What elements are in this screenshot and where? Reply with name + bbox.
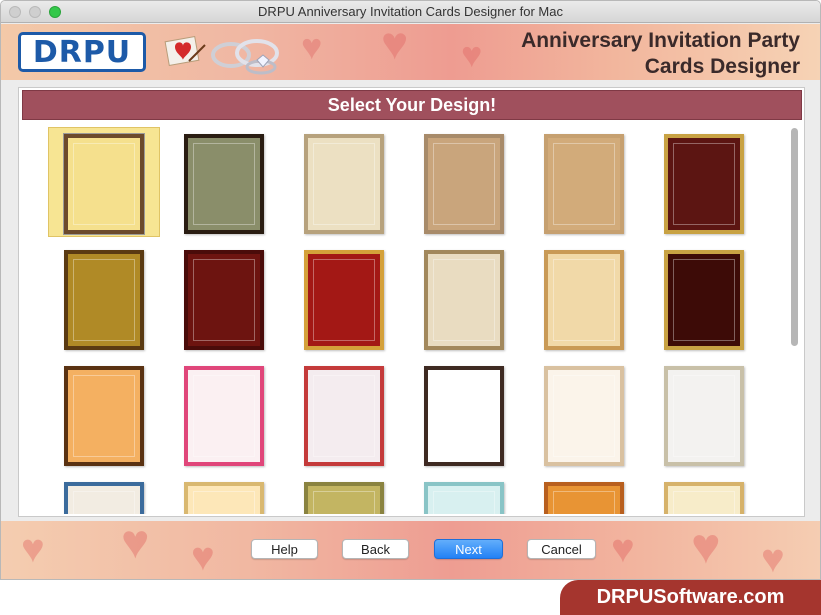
watermark-text: DRPUSoftware.com (596, 586, 785, 608)
design-thumbnail-inner (313, 375, 375, 457)
design-thumbnail-13[interactable] (64, 366, 144, 466)
design-thumbnail-21[interactable] (304, 482, 384, 514)
design-thumbnail-inner (433, 491, 495, 514)
design-thumbnail-17[interactable] (544, 366, 624, 466)
design-thumbnail-16[interactable] (424, 366, 504, 466)
design-thumbnail-inner (673, 375, 735, 457)
design-thumbnail-1[interactable] (64, 134, 144, 234)
design-thumbnail-inner (193, 375, 255, 457)
design-thumbnail-inner (553, 375, 615, 457)
heart-decoration-icon: ♥ (191, 535, 215, 579)
design-thumbnail-inner (553, 259, 615, 341)
panel-heading-bar: Select Your Design! (22, 90, 802, 120)
heart-decoration-icon: ♥ (121, 521, 150, 569)
design-thumbnail-inner (433, 375, 495, 457)
heart-decoration-icon: ♥ (761, 537, 785, 580)
window-title: DRPU Anniversary Invitation Cards Design… (258, 4, 563, 19)
design-thumbnail-inner (73, 259, 135, 341)
heart-decoration-icon: ♥ (21, 527, 45, 571)
design-thumbnail-10[interactable] (424, 250, 504, 350)
design-thumbnail-20[interactable] (184, 482, 264, 514)
heart-decoration-icon: ♥ (611, 527, 635, 571)
design-thumbnail-inner (73, 143, 135, 225)
heart-decoration-icon: ♥ (381, 24, 409, 69)
footer-bar: ♥ ♥ ♥ ♥ ♥ ♥ Help Back Next Cancel (1, 521, 820, 580)
design-thumbnail-4[interactable] (424, 134, 504, 234)
design-thumbnail-inner (73, 491, 135, 514)
design-thumbnail-24[interactable] (664, 482, 744, 514)
rings-heart-icon (164, 35, 279, 75)
design-thumbnail-18[interactable] (664, 366, 744, 466)
design-thumbnail-15[interactable] (304, 366, 384, 466)
design-thumbnail-inner (313, 491, 375, 514)
next-button[interactable]: Next (434, 539, 503, 559)
heart-decoration-icon: ♥ (691, 521, 721, 574)
design-thumbnail-inner (553, 491, 615, 514)
header-banner: ♥ ♥ ♥ DRPU Anniversary Invitation Party … (1, 24, 820, 80)
scrollbar-thumb[interactable] (791, 128, 798, 346)
title-bar: DRPU Anniversary Invitation Cards Design… (1, 1, 820, 23)
design-thumbnail-inner (673, 143, 735, 225)
design-thumbnail-8[interactable] (184, 250, 264, 350)
vertical-scrollbar[interactable] (788, 124, 802, 514)
design-thumbnail-5[interactable] (544, 134, 624, 234)
design-thumbnail-19[interactable] (64, 482, 144, 514)
heart-decoration-icon: ♥ (461, 34, 483, 75)
heart-decoration-icon: ♥ (301, 26, 323, 67)
design-thumbnail-inner (193, 259, 255, 341)
design-thumbnail-3[interactable] (304, 134, 384, 234)
design-thumbnail-inner (313, 143, 375, 225)
design-thumbnail-12[interactable] (664, 250, 744, 350)
help-button[interactable]: Help (251, 539, 318, 559)
design-thumbnail-inner (193, 143, 255, 225)
design-panel: Select Your Design! (18, 87, 805, 517)
cancel-button[interactable]: Cancel (527, 539, 596, 559)
design-thumbnail-2[interactable] (184, 134, 264, 234)
design-thumbnail-inner (673, 491, 735, 514)
banner-title: Anniversary Invitation Party Cards Desig… (521, 28, 800, 80)
design-thumbnail-inner (193, 491, 255, 514)
design-grid (22, 124, 788, 514)
design-thumbnail-inner (433, 143, 495, 225)
app-window: DRPU Anniversary Invitation Cards Design… (0, 0, 821, 580)
logo-text: DRPU (32, 34, 132, 70)
design-thumbnail-22[interactable] (424, 482, 504, 514)
design-thumbnail-inner (73, 375, 135, 457)
design-thumbnail-inner (433, 259, 495, 341)
design-thumbnail-7[interactable] (64, 250, 144, 350)
banner-title-line1: Anniversary Invitation Party (521, 29, 800, 52)
back-button[interactable]: Back (342, 539, 409, 559)
design-thumbnail-inner (673, 259, 735, 341)
design-thumbnail-inner (553, 143, 615, 225)
panel-heading: Select Your Design! (327, 94, 497, 115)
design-thumbnail-9[interactable] (304, 250, 384, 350)
design-thumbnail-inner (313, 259, 375, 341)
design-thumbnail-6[interactable] (664, 134, 744, 234)
design-thumbnail-23[interactable] (544, 482, 624, 514)
banner-title-line2: Cards Designer (644, 55, 800, 78)
design-thumbnail-14[interactable] (184, 366, 264, 466)
drpu-logo: DRPU (18, 32, 146, 72)
design-thumbnail-11[interactable] (544, 250, 624, 350)
watermark-badge: DRPUSoftware.com (560, 580, 821, 615)
